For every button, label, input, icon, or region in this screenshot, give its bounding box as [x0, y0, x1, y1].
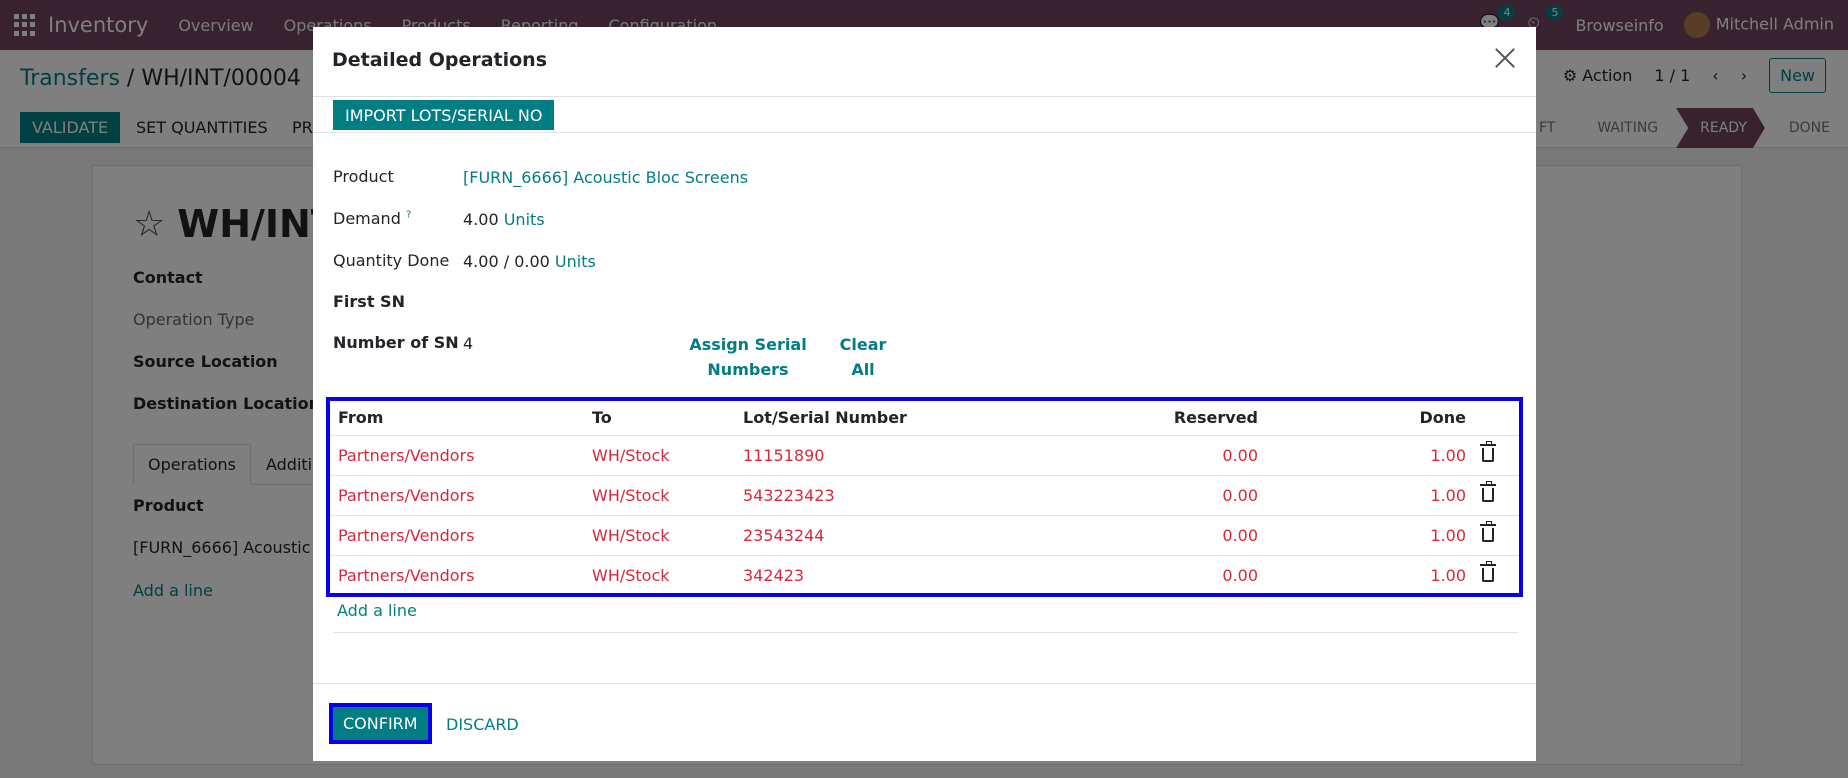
- cell-lot[interactable]: 543223423: [735, 475, 1015, 516]
- table-row[interactable]: Partners/Vendors WH/Stock 543223423 0.00…: [330, 475, 1519, 516]
- move-lines-table-highlight: From To Lot/Serial Number Reserved Done …: [326, 397, 1523, 597]
- delete-row-cell: [1474, 515, 1519, 556]
- cell-to[interactable]: WH/Stock: [584, 435, 735, 476]
- demand-label-wrap: Demand ?: [333, 209, 411, 228]
- cell-reserved: 0.00: [1015, 435, 1266, 476]
- cell-done[interactable]: 1.00: [1266, 475, 1474, 516]
- table-row[interactable]: Partners/Vendors WH/Stock 23543244 0.00 …: [330, 515, 1519, 556]
- confirm-button-highlight: CONFIRM: [329, 703, 432, 744]
- table-row[interactable]: Partners/Vendors WH/Stock 342423 0.00 1.…: [330, 555, 1519, 595]
- product-value[interactable]: [FURN_6666] Acoustic Bloc Screens: [463, 168, 748, 187]
- col-reserved[interactable]: Reserved: [1015, 401, 1266, 436]
- detailed-operations-dialog: Detailed Operations IMPORT LOTS/SERIAL N…: [313, 27, 1536, 761]
- discard-button[interactable]: DISCARD: [446, 715, 519, 734]
- help-icon[interactable]: ?: [406, 210, 411, 221]
- trash-icon[interactable]: [1480, 560, 1496, 582]
- col-to[interactable]: To: [584, 401, 735, 436]
- confirm-button[interactable]: CONFIRM: [333, 707, 428, 740]
- demand-label: Demand: [333, 209, 401, 228]
- cell-lot[interactable]: 23543244: [735, 515, 1015, 556]
- clear-line1: Clear: [839, 335, 887, 354]
- col-done[interactable]: Done: [1266, 401, 1474, 436]
- cell-reserved: 0.00: [1222, 565, 1258, 585]
- clear-all-button[interactable]: Clear All: [833, 332, 893, 382]
- clear-line2: All: [851, 360, 875, 379]
- divider: [333, 632, 1518, 633]
- col-from[interactable]: From: [330, 401, 584, 436]
- num-sn-label: Number of SN: [333, 333, 459, 352]
- cell-reserved: 0.00: [1015, 475, 1266, 516]
- qty-done-label: Quantity Done: [333, 251, 450, 270]
- assign-line2: Numbers: [707, 360, 789, 379]
- cell-done[interactable]: 1.00: [1266, 435, 1474, 476]
- product-label: Product: [333, 167, 394, 186]
- demand-value-wrap: 4.00 Units: [463, 210, 545, 229]
- trash-icon[interactable]: [1480, 440, 1496, 462]
- num-sn-input[interactable]: 4: [463, 334, 473, 353]
- modal-toolbar: IMPORT LOTS/SERIAL NO: [313, 97, 1536, 133]
- cell-from[interactable]: Partners/Vendors: [330, 515, 584, 556]
- qty-done-value: 4.00: [463, 252, 499, 271]
- col-actions: [1474, 401, 1519, 436]
- qty-done-total: 0.00: [514, 252, 550, 271]
- cell-from[interactable]: Partners/Vendors: [330, 475, 584, 516]
- delete-row-cell: [1474, 435, 1519, 476]
- cell-from[interactable]: Partners/Vendors: [330, 555, 584, 595]
- assign-serial-numbers-button[interactable]: Assign Serial Numbers: [683, 332, 813, 382]
- modal-header: Detailed Operations: [313, 27, 1536, 97]
- cell-from[interactable]: Partners/Vendors: [330, 435, 584, 476]
- add-line-link[interactable]: Add a line: [337, 601, 417, 620]
- first-sn-label: First SN: [333, 292, 405, 311]
- modal-footer: CONFIRM DISCARD: [313, 683, 1536, 761]
- qty-done-value-wrap: 4.00 / 0.00 Units: [463, 252, 596, 271]
- cell-done[interactable]: 1.00: [1266, 555, 1474, 595]
- close-icon[interactable]: [1492, 45, 1518, 71]
- demand-uom[interactable]: Units: [504, 210, 545, 229]
- cell-to[interactable]: WH/Stock: [584, 515, 735, 556]
- modal-title: Detailed Operations: [332, 49, 548, 71]
- cell-reserved: 0.00: [1015, 515, 1266, 556]
- cell-lot[interactable]: 11151890: [735, 435, 1015, 476]
- import-lots-button[interactable]: IMPORT LOTS/SERIAL NO: [333, 100, 555, 130]
- cell-done[interactable]: 1.00: [1266, 515, 1474, 556]
- qty-done-sep: /: [503, 252, 510, 271]
- trash-icon[interactable]: [1480, 520, 1496, 542]
- cell-to[interactable]: WH/Stock: [584, 555, 735, 595]
- move-lines-table: From To Lot/Serial Number Reserved Done …: [330, 401, 1519, 595]
- cell-to[interactable]: WH/Stock: [584, 475, 735, 516]
- delete-row-cell: [1474, 475, 1519, 516]
- col-lot-serial[interactable]: Lot/Serial Number: [735, 401, 1015, 436]
- cell-lot[interactable]: 342423: [735, 555, 1015, 595]
- delete-row-cell: [1474, 555, 1519, 595]
- qty-done-uom[interactable]: Units: [555, 252, 596, 271]
- table-row[interactable]: Partners/Vendors WH/Stock 11151890 0.00 …: [330, 435, 1519, 476]
- table-header-row: From To Lot/Serial Number Reserved Done: [330, 401, 1519, 436]
- assign-line1: Assign Serial: [689, 335, 807, 354]
- demand-value: 4.00: [463, 210, 499, 229]
- trash-icon[interactable]: [1480, 480, 1496, 502]
